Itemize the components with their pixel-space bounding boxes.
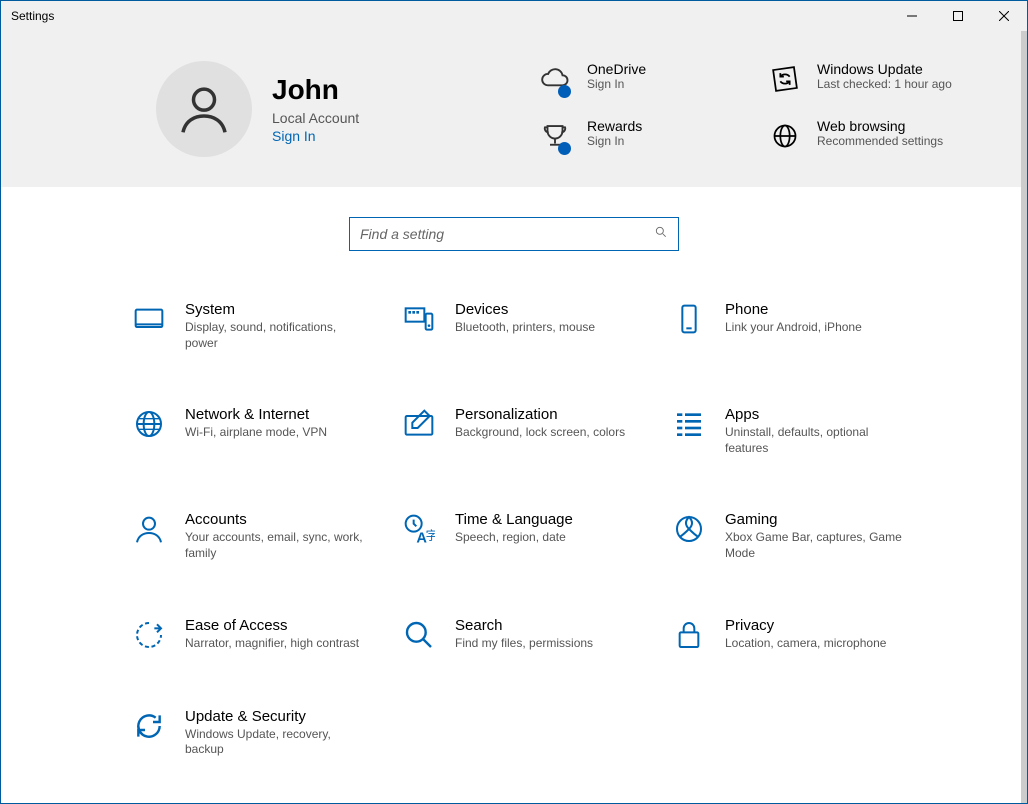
category-subtitle: Link your Android, iPhone	[725, 320, 862, 336]
personalization-icon	[401, 406, 437, 442]
update-icon	[767, 61, 803, 97]
phone-icon	[671, 301, 707, 337]
status-rewards[interactable]: RewardsSign In	[537, 118, 737, 157]
avatar	[156, 61, 252, 157]
minimize-button[interactable]	[889, 1, 935, 31]
category-subtitle: Speech, region, date	[455, 530, 573, 546]
status-title: Web browsing	[817, 118, 943, 134]
category-title: Time & Language	[455, 511, 573, 528]
category-ease-of-access[interactable]: Ease of Access Narrator, magnifier, high …	[131, 617, 371, 653]
category-gaming[interactable]: Gaming Xbox Game Bar, captures, Game Mode	[671, 511, 911, 561]
category-devices[interactable]: Devices Bluetooth, printers, mouse	[401, 301, 641, 351]
category-accounts[interactable]: Accounts Your accounts, email, sync, work…	[131, 511, 371, 561]
category-privacy[interactable]: Privacy Location, camera, microphone	[671, 617, 911, 653]
category-apps[interactable]: Apps Uninstall, defaults, optional featur…	[671, 406, 911, 456]
category-title: Network & Internet	[185, 406, 327, 423]
network-icon	[131, 406, 167, 442]
svg-text:字: 字	[426, 528, 435, 543]
category-subtitle: Windows Update, recovery, backup	[185, 727, 371, 758]
category-title: Personalization	[455, 406, 625, 423]
category-title: Accounts	[185, 511, 371, 528]
window-controls	[889, 1, 1027, 31]
status-grid: OneDriveSign In Windows UpdateLast check…	[537, 61, 967, 157]
category-subtitle: Your accounts, email, sync, work, family	[185, 530, 371, 561]
category-title: Update & Security	[185, 708, 371, 725]
category-title: System	[185, 301, 371, 318]
status-sub: Sign In	[587, 134, 642, 148]
scrollbar[interactable]	[1021, 31, 1027, 803]
privacy-icon	[671, 617, 707, 653]
category-subtitle: Wi-Fi, airplane mode, VPN	[185, 425, 327, 441]
time-language-icon: A字	[401, 511, 437, 547]
rewards-icon	[537, 118, 573, 154]
status-onedrive[interactable]: OneDriveSign In	[537, 61, 737, 100]
category-title: Gaming	[725, 511, 911, 528]
status-web-browsing[interactable]: Web browsingRecommended settings	[767, 118, 967, 157]
update-security-icon	[131, 708, 167, 744]
category-network[interactable]: Network & Internet Wi-Fi, airplane mode, …	[131, 406, 371, 456]
user-name: John	[272, 74, 359, 106]
category-subtitle: Narrator, magnifier, high contrast	[185, 636, 359, 652]
category-subtitle: Display, sound, notifications, power	[185, 320, 371, 351]
search-input[interactable]	[360, 226, 654, 242]
user-block[interactable]: John Local Account Sign In	[156, 61, 359, 157]
category-title: Ease of Access	[185, 617, 359, 634]
cloud-icon	[537, 61, 573, 97]
search-icon	[401, 617, 437, 653]
category-update-security[interactable]: Update & Security Windows Update, recover…	[131, 708, 371, 758]
category-title: Devices	[455, 301, 595, 318]
category-subtitle: Location, camera, microphone	[725, 636, 886, 652]
status-windows-update[interactable]: Windows UpdateLast checked: 1 hour ago	[767, 61, 967, 100]
status-title: Rewards	[587, 118, 642, 134]
search-box[interactable]	[349, 217, 679, 251]
status-title: Windows Update	[817, 61, 952, 77]
categories-panel: System Display, sound, notifications, pow…	[1, 301, 1027, 803]
category-title: Apps	[725, 406, 911, 423]
system-icon	[131, 301, 167, 337]
accounts-icon	[131, 511, 167, 547]
maximize-button[interactable]	[935, 1, 981, 31]
ease-of-access-icon	[131, 617, 167, 653]
title-bar: Settings	[1, 1, 1027, 31]
category-title: Phone	[725, 301, 862, 318]
apps-icon	[671, 406, 707, 442]
status-title: OneDrive	[587, 61, 646, 77]
close-button[interactable]	[981, 1, 1027, 31]
header-panel: John Local Account Sign In OneDriveSign …	[1, 31, 1027, 187]
category-subtitle: Xbox Game Bar, captures, Game Mode	[725, 530, 911, 561]
category-phone[interactable]: Phone Link your Android, iPhone	[671, 301, 911, 351]
category-search[interactable]: Search Find my files, permissions	[401, 617, 641, 653]
user-icon	[176, 81, 232, 137]
category-title: Search	[455, 617, 593, 634]
devices-icon	[401, 301, 437, 337]
category-subtitle: Find my files, permissions	[455, 636, 593, 652]
category-subtitle: Bluetooth, printers, mouse	[455, 320, 595, 336]
user-signin-link[interactable]: Sign In	[272, 128, 359, 144]
window-title: Settings	[11, 9, 54, 23]
category-system[interactable]: System Display, sound, notifications, pow…	[131, 301, 371, 351]
category-subtitle: Uninstall, defaults, optional features	[725, 425, 911, 456]
status-sub: Last checked: 1 hour ago	[817, 77, 952, 91]
category-subtitle: Background, lock screen, colors	[455, 425, 625, 441]
status-sub: Sign In	[587, 77, 646, 91]
category-personalization[interactable]: Personalization Background, lock screen, …	[401, 406, 641, 456]
search-row	[1, 187, 1027, 301]
category-title: Privacy	[725, 617, 886, 634]
gaming-icon	[671, 511, 707, 547]
category-time-language[interactable]: A字 Time & Language Speech, region, date	[401, 511, 641, 561]
search-icon	[654, 225, 668, 244]
status-sub: Recommended settings	[817, 134, 943, 148]
globe-icon	[767, 118, 803, 154]
settings-window: Settings John Local Account Sign In	[0, 0, 1028, 804]
user-account-type: Local Account	[272, 110, 359, 126]
